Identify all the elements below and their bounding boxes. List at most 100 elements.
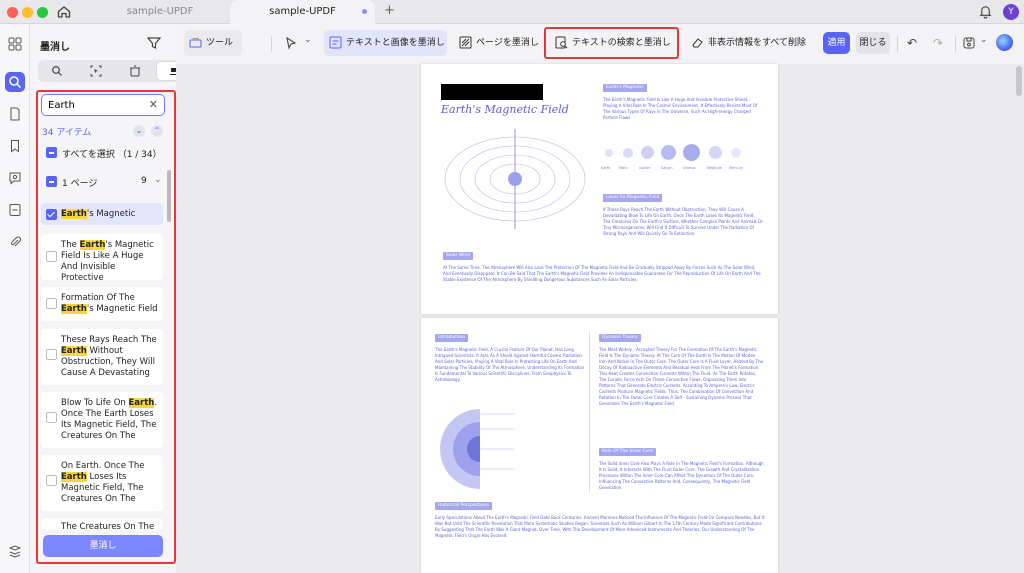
planet bbox=[709, 146, 722, 159]
result-checkbox[interactable] bbox=[46, 298, 57, 309]
redact-text-icon bbox=[329, 36, 342, 49]
section-label: Role Of The Inner Core bbox=[599, 448, 656, 456]
section-label: Historical Perspectives bbox=[435, 502, 492, 510]
planet-label: Earth bbox=[601, 166, 611, 170]
paragraph: The Earth's Magnetic Field, A Crucial Fe… bbox=[435, 347, 585, 382]
result-item[interactable]: On Earth. Once The Earth Loses Its Magne… bbox=[41, 455, 163, 511]
search-mode-icon[interactable] bbox=[40, 62, 73, 80]
tab-dot-icon bbox=[362, 9, 367, 14]
result-text: The Creatures On The bbox=[61, 522, 155, 530]
paragraph: The Solid Inner Core Also Plays A Role I… bbox=[599, 461, 764, 490]
planet-label: Mercury bbox=[729, 166, 744, 170]
result-text: Formation Of The Earth's Magnetic Field bbox=[61, 293, 158, 314]
page-mode-icon[interactable] bbox=[118, 62, 151, 80]
planet-label: Mars bbox=[619, 166, 628, 170]
result-item[interactable]: Formation Of The Earth's Magnetic Field bbox=[41, 287, 163, 321]
planet-label: Saturn bbox=[661, 166, 673, 170]
avatar[interactable]: Y bbox=[1003, 4, 1019, 20]
result-checkbox[interactable] bbox=[46, 475, 57, 486]
bell-icon[interactable] bbox=[978, 4, 993, 19]
tool-button[interactable]: ツール bbox=[184, 30, 242, 56]
paragraph: At The Same Time, The Atmosphere Will Al… bbox=[443, 265, 761, 282]
search-icon[interactable] bbox=[5, 72, 25, 92]
thumbnails-icon[interactable] bbox=[5, 34, 25, 54]
cursor-chevron-icon[interactable]: ⌄ bbox=[304, 35, 312, 45]
remove-hidden-info-button[interactable]: 非表示情報をすべて削除 bbox=[686, 30, 810, 56]
new-tab-button[interactable]: + bbox=[384, 3, 395, 18]
planet-label: Neptune bbox=[707, 166, 722, 170]
planet-label: Uranus bbox=[683, 166, 696, 170]
redact-page-button[interactable]: ページを墨消し bbox=[454, 30, 544, 56]
paragraph: Early Speculations About The Earth's Mag… bbox=[435, 515, 765, 538]
planet bbox=[623, 148, 633, 158]
close-window-button[interactable] bbox=[7, 7, 18, 18]
apply-button[interactable]: 適用 bbox=[823, 32, 850, 54]
chevron-down-icon[interactable]: ⌄ bbox=[154, 175, 162, 185]
pdf-page-2: Introduction The Earth's Magnetic Field,… bbox=[421, 318, 778, 573]
search-redact-highlight-box bbox=[544, 27, 679, 59]
expand-icon[interactable]: ⌃ bbox=[151, 125, 163, 137]
attachment-icon[interactable] bbox=[5, 232, 25, 252]
ai-assistant-icon[interactable] bbox=[996, 34, 1013, 51]
zoom-window-button[interactable] bbox=[37, 7, 48, 18]
page-group-checkbox[interactable] bbox=[46, 176, 57, 187]
redact-page-icon bbox=[459, 36, 472, 49]
result-item[interactable]: Earth's Magnetic bbox=[41, 203, 163, 225]
redact-button[interactable]: 墨消し bbox=[43, 535, 163, 557]
result-text: Blow To Life On Earth. Once The Earth Lo… bbox=[61, 398, 158, 441]
area-select-icon[interactable] bbox=[79, 62, 112, 80]
document-icon[interactable] bbox=[5, 104, 25, 124]
search-input[interactable] bbox=[48, 97, 148, 113]
section-label: Earth's Magnetic bbox=[603, 84, 647, 92]
tab-active[interactable]: sample-UPDF bbox=[230, 0, 375, 24]
result-checkbox[interactable] bbox=[46, 412, 57, 423]
minimize-window-button[interactable] bbox=[22, 7, 33, 18]
page-group-label: 1 ページ bbox=[62, 179, 98, 189]
save-chevron-icon[interactable]: ⌄ bbox=[980, 35, 988, 45]
tab-inactive[interactable]: sample-UPDF bbox=[100, 0, 220, 24]
panel-scrollbar[interactable] bbox=[167, 170, 171, 222]
result-item[interactable]: The Earth's Magnetic Field Is Like A Hug… bbox=[41, 234, 163, 283]
redo-icon[interactable]: ↷ bbox=[933, 36, 943, 50]
collapse-icon[interactable]: ⌄ bbox=[133, 125, 145, 137]
cursor-icon[interactable] bbox=[284, 36, 298, 50]
result-item[interactable]: Blow To Life On Earth. Once The Earth Lo… bbox=[41, 392, 163, 448]
result-text: These Rays Reach The Earth Without Obstr… bbox=[61, 335, 157, 378]
layers-icon[interactable] bbox=[5, 542, 25, 562]
planet-label: Jupiter bbox=[639, 166, 651, 170]
search-field[interactable]: ✕ bbox=[41, 94, 165, 116]
redaction-box bbox=[441, 84, 543, 100]
title-bar: sample-UPDF sample-UPDF + Y bbox=[0, 0, 1024, 24]
document-scrollbar[interactable] bbox=[1016, 66, 1022, 96]
result-item[interactable]: The Creatures On The bbox=[41, 518, 163, 530]
result-item[interactable]: These Rays Reach The Earth Without Obstr… bbox=[41, 329, 163, 385]
comment-icon[interactable] bbox=[5, 168, 25, 188]
section-label: Loses Its Magnetic Field bbox=[603, 194, 663, 202]
redact-text-images-button[interactable]: テキストと画像を墨消し bbox=[324, 30, 447, 56]
form-icon[interactable] bbox=[5, 200, 25, 220]
toolbox-icon bbox=[189, 38, 202, 48]
planet bbox=[641, 146, 654, 159]
select-all-checkbox[interactable] bbox=[46, 147, 57, 158]
section-label: Introduction bbox=[435, 334, 469, 342]
result-text: On Earth. Once The Earth Loses Its Magne… bbox=[61, 461, 145, 504]
panel-title: 墨消し bbox=[40, 42, 70, 53]
clear-icon[interactable]: ✕ bbox=[149, 98, 158, 111]
filter-icon[interactable] bbox=[146, 36, 162, 50]
undo-icon[interactable]: ↶ bbox=[907, 36, 917, 50]
close-button[interactable]: 閉じる bbox=[856, 32, 890, 54]
save-icon[interactable] bbox=[962, 36, 976, 50]
left-rail bbox=[0, 24, 30, 573]
result-checkbox[interactable] bbox=[46, 251, 57, 262]
column-divider bbox=[589, 332, 590, 492]
section-label: Solar Wind bbox=[443, 252, 474, 260]
select-all-label: すべてを選択 （1 / 34） bbox=[62, 150, 162, 160]
page-group-count: 9 bbox=[141, 176, 147, 186]
planet bbox=[605, 149, 613, 157]
bookmark-icon[interactable] bbox=[5, 136, 25, 156]
result-checkbox[interactable] bbox=[46, 209, 57, 220]
result-checkbox[interactable] bbox=[46, 349, 57, 360]
planet bbox=[683, 144, 700, 161]
home-icon[interactable] bbox=[56, 4, 72, 20]
paragraph: If These Rays Reach The Earth Without Ob… bbox=[603, 207, 763, 236]
